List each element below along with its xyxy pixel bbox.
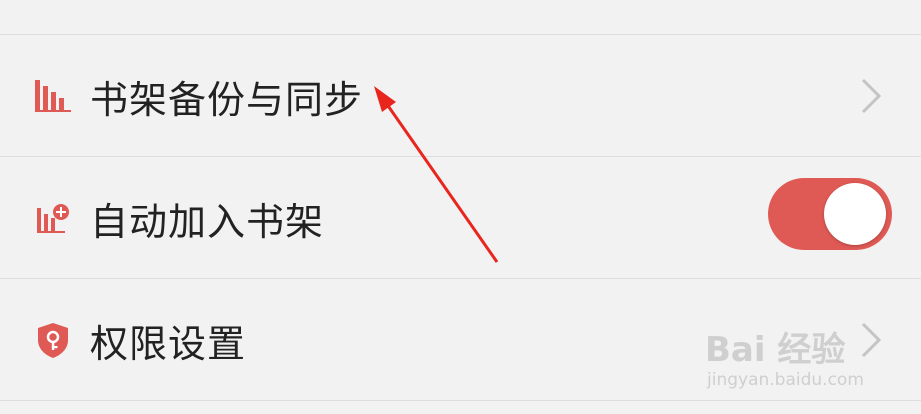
watermark-brand: Bai 经验	[705, 330, 846, 370]
shield-key-icon	[33, 320, 73, 360]
divider-top	[0, 34, 921, 35]
settings-item-label: 书架备份与同步	[90, 77, 364, 122]
watermark-url: jingyan.baidu.com	[707, 370, 864, 390]
settings-item-bookshelf-backup-sync[interactable]: 书架备份与同步	[0, 36, 921, 156]
toggle-knob	[824, 183, 886, 245]
bar-chart-plus-icon	[33, 198, 73, 238]
divider	[0, 156, 921, 157]
auto-add-bookshelf-toggle[interactable]	[768, 178, 892, 250]
settings-item-label: 自动加入书架	[90, 199, 325, 244]
baidu-jingyan-watermark: Bai 经验 jingyan.baidu.com	[705, 318, 895, 398]
settings-item-label: 权限设置	[90, 321, 247, 366]
divider-bottom	[0, 400, 921, 401]
divider	[0, 278, 921, 279]
chevron-right-icon	[861, 78, 882, 114]
bar-chart-icon	[33, 76, 73, 116]
